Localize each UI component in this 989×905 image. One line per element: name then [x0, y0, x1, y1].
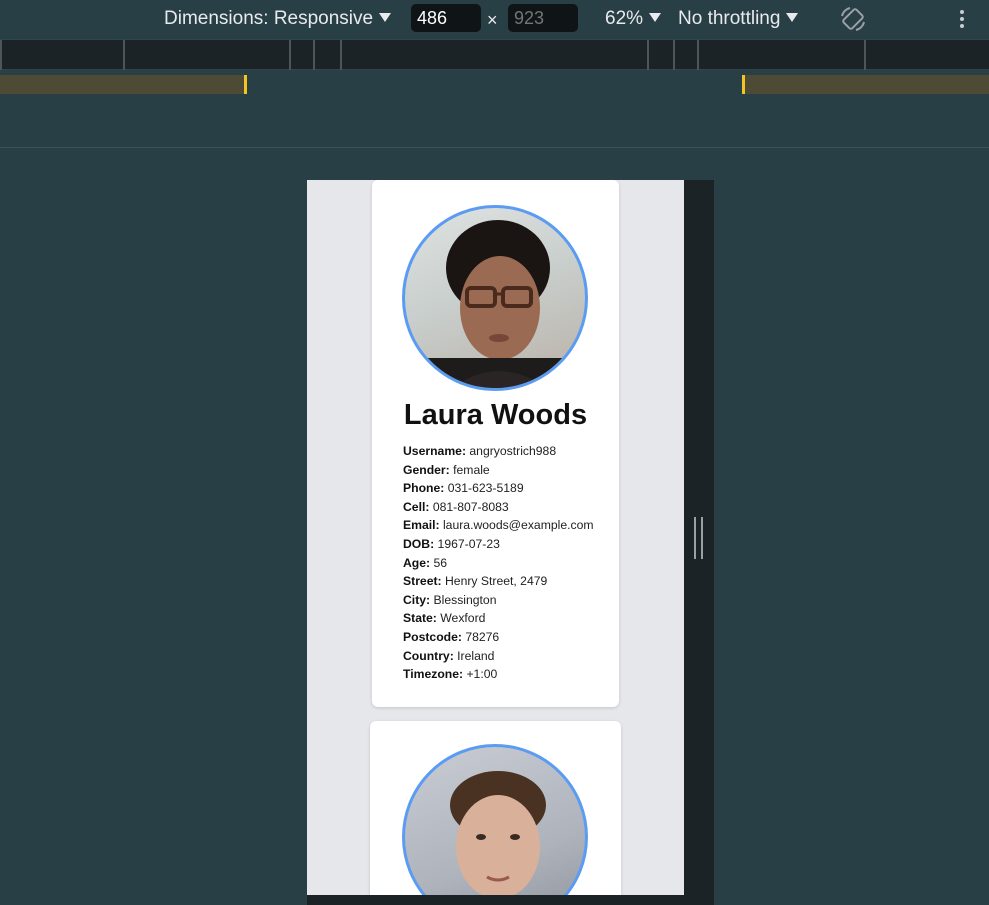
width-input[interactable] [411, 4, 481, 32]
device-toolbar: Dimensions: Responsive × 62% No throttli… [0, 0, 989, 39]
detail-country: Country: Ireland [403, 648, 495, 663]
throttling-label: No throttling [678, 8, 781, 29]
height-input[interactable] [508, 4, 578, 32]
bottom-resize-strip[interactable] [307, 895, 714, 905]
detail-city: City: Blessington [403, 592, 497, 607]
profile-details: Username: angryostrich988 Gender: female… [403, 442, 613, 684]
times-separator: × [487, 10, 498, 30]
media-query-bar-left[interactable] [0, 75, 244, 94]
zoom-dropdown[interactable]: 62% [605, 8, 662, 30]
portrait-woman-image [427, 220, 577, 388]
more-options-icon[interactable] [955, 8, 969, 32]
detail-phone: Phone: 031-623-5189 [403, 481, 524, 496]
resize-handle[interactable] [694, 517, 704, 559]
detail-email: Email: laura.woods@example.com [403, 518, 594, 533]
detail-gender: Gender: female [403, 462, 490, 477]
portrait-man-image [450, 771, 546, 895]
avatar [402, 744, 588, 895]
profile-name: Laura Woods [403, 399, 588, 431]
detail-age: Age: 56 [403, 555, 448, 570]
media-query-marker-left [244, 75, 247, 94]
dimensions-dropdown[interactable]: Dimensions: Responsive [164, 8, 392, 30]
device-viewport: Laura Woods Username: angryostrich988 Ge… [307, 180, 684, 895]
throttling-dropdown[interactable]: No throttling [678, 8, 799, 30]
detail-dob: DOB: 1967-07-23 [403, 536, 500, 551]
rotate-icon[interactable] [838, 4, 868, 34]
dimensions-label: Dimensions: Responsive [164, 8, 374, 29]
caret-down-icon [786, 13, 799, 22]
media-query-bar-right[interactable] [745, 75, 989, 94]
detail-username: Username: angryostrich988 [403, 444, 557, 458]
zoom-label: 62% [605, 8, 644, 29]
media-query-ruler [0, 39, 989, 70]
detail-cell: Cell: 081-807-8083 [403, 499, 509, 514]
avatar [402, 205, 588, 391]
detail-street: Street: Henry Street, 2479 [403, 574, 548, 589]
detail-postcode: Postcode: 78276 [403, 629, 500, 644]
detail-timezone: Timezone: +1:00 [403, 667, 498, 682]
caret-down-icon [379, 13, 392, 22]
divider [0, 147, 989, 148]
profile-card: Laura Woods Username: angryostrich988 Ge… [372, 180, 619, 707]
detail-state: State: Wexford [403, 611, 486, 626]
caret-down-icon [649, 13, 662, 22]
profile-card [370, 721, 621, 895]
